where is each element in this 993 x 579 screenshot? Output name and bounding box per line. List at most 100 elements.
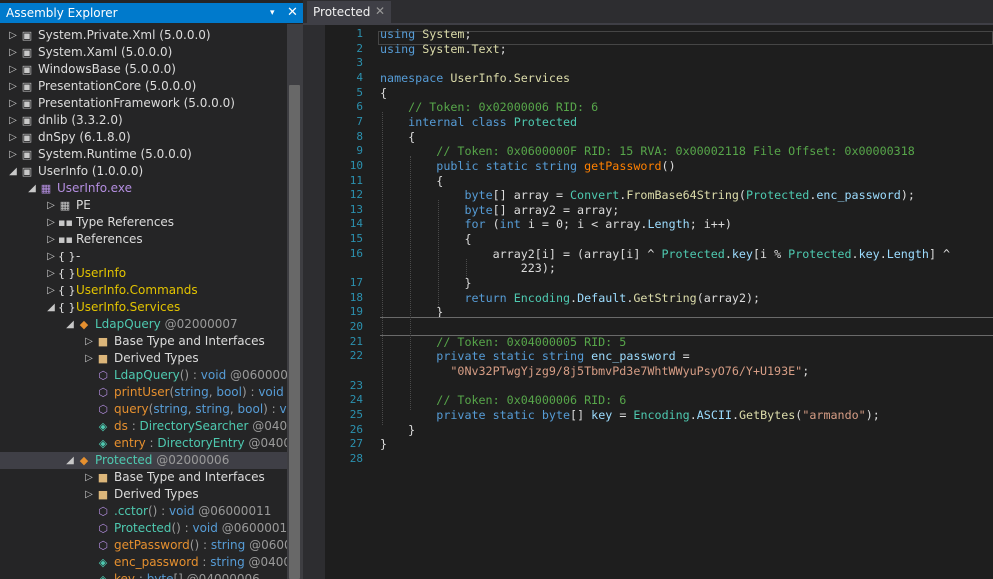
tree-item[interactable]: ⬡ Protected() : void @06000010 bbox=[0, 520, 287, 537]
expand-icon[interactable]: ▷ bbox=[8, 112, 18, 129]
code-editor[interactable]: 1 using System; 2 using System.Text; 3 4 names… bbox=[325, 25, 993, 579]
tree-item[interactable]: ◈ enc_password : string @0400000 bbox=[0, 554, 287, 571]
tree-item[interactable]: ⬡ query(string, string, bool) : void bbox=[0, 401, 287, 418]
tree-item[interactable]: ▷ ▦ PE bbox=[0, 197, 287, 214]
line-number: 1 bbox=[356, 27, 363, 40]
tree-item[interactable]: ▷ ▣ System.Private.Xml (5.0.0.0) bbox=[0, 27, 287, 44]
tree-item[interactable]: ▷ ▣ System.Runtime (5.0.0.0) bbox=[0, 146, 287, 163]
tree-item[interactable]: ▷ ■ Derived Types bbox=[0, 486, 287, 503]
code-line[interactable]: // Token: 0x04000006 RID: 6 bbox=[380, 393, 626, 407]
collapse-icon[interactable]: ◢ bbox=[8, 163, 18, 180]
expand-icon[interactable]: ▷ bbox=[8, 61, 18, 78]
tree-item-label: .cctor() : void @06000011 bbox=[114, 504, 272, 518]
close-icon[interactable]: ✕ bbox=[287, 5, 298, 20]
expand-icon[interactable]: ▷ bbox=[84, 333, 94, 350]
line-number: 27 bbox=[349, 437, 363, 451]
tree-item[interactable]: ◢{ } UserInfo.Services bbox=[0, 299, 287, 316]
expand-icon[interactable]: ▷ bbox=[84, 486, 94, 503]
tree-item[interactable]: ▷ ■ Derived Types bbox=[0, 350, 287, 367]
expand-icon[interactable]: ▷ bbox=[46, 282, 56, 299]
code-line[interactable]: // Token: 0x02000006 RID: 6 bbox=[380, 100, 598, 114]
tree-item[interactable]: ⬡ getPassword() : string @0600000 bbox=[0, 537, 287, 554]
code-line[interactable]: { bbox=[380, 232, 471, 246]
code-line[interactable]: } bbox=[380, 423, 415, 437]
tree-item[interactable]: ▷ ▣ PresentationCore (5.0.0.0) bbox=[0, 78, 287, 95]
expand-icon[interactable]: ▷ bbox=[46, 197, 56, 214]
tree-item[interactable]: ◈ entry : DirectoryEntry @0400000 bbox=[0, 435, 287, 452]
collapse-icon[interactable]: ◢ bbox=[46, 299, 56, 316]
expand-icon[interactable]: ▷ bbox=[8, 27, 18, 44]
assembly-tree[interactable]: ▷ ▣ System.Private.Xml (5.0.0.0) ▷ ▣ System.X… bbox=[0, 24, 287, 579]
code-line[interactable]: namespace UserInfo.Services bbox=[380, 71, 570, 85]
tree-item-label: PE bbox=[76, 198, 91, 212]
tree-item[interactable]: ▷ ▣ dnSpy (6.1.8.0) bbox=[0, 129, 287, 146]
tree-item-label: Protected @02000006 bbox=[95, 453, 230, 467]
tree-item[interactable]: ◢ ◆ Protected @02000006 bbox=[0, 452, 287, 469]
tree-item[interactable]: ◢ ▣ UserInfo (1.0.0.0) bbox=[0, 163, 287, 180]
tree-item[interactable]: ◢ ◆ LdapQuery @02000007 bbox=[0, 316, 287, 333]
code-line[interactable]: return Encoding.Default.GetString(array2… bbox=[380, 291, 760, 305]
tree-item[interactable]: ▷ ▣ System.Xaml (5.0.0.0) bbox=[0, 44, 287, 61]
expand-icon[interactable]: ▷ bbox=[8, 78, 18, 95]
code-line[interactable]: using System; bbox=[380, 27, 472, 41]
tree-item[interactable]: ◈ ds : DirectorySearcher @0400000 bbox=[0, 418, 287, 435]
tab-protected[interactable]: Protected ✕ bbox=[307, 1, 391, 23]
tree-item[interactable]: ▷{ } UserInfo.Commands bbox=[0, 282, 287, 299]
tree-item[interactable]: ▷ ▣ dnlib (3.3.2.0) bbox=[0, 112, 287, 129]
chevron-down-icon[interactable]: ▾ bbox=[270, 6, 275, 20]
code-line[interactable]: { bbox=[380, 130, 415, 144]
expand-icon[interactable]: ▷ bbox=[84, 469, 94, 486]
tree-item-label: PresentationFramework (5.0.0.0) bbox=[38, 96, 235, 110]
code-line[interactable]: 223); bbox=[380, 261, 556, 275]
tree-item[interactable]: ⬡ .cctor() : void @06000011 bbox=[0, 503, 287, 520]
code-line[interactable]: byte[] array2 = array; bbox=[380, 203, 619, 217]
code-line[interactable]: for (int i = 0; i < array.Length; i++) bbox=[380, 217, 731, 231]
code-line[interactable]: // Token: 0x0600000F RID: 15 RVA: 0x0000… bbox=[380, 144, 914, 158]
tree-item[interactable]: ▷ ▪▪ References bbox=[0, 231, 287, 248]
scrollbar-thumb[interactable] bbox=[289, 85, 300, 579]
code-line[interactable]: private static string enc_password = bbox=[380, 349, 689, 363]
tree-item[interactable]: ◈ key : byte[] @04000006 bbox=[0, 571, 287, 579]
code-line[interactable]: // Token: 0x04000005 RID: 5 bbox=[380, 335, 626, 349]
tree-item-label: UserInfo.Services bbox=[76, 300, 181, 314]
tree-item[interactable]: ▷ ■ Base Type and Interfaces bbox=[0, 469, 287, 486]
expand-icon[interactable]: ▷ bbox=[8, 44, 18, 61]
collapse-icon[interactable]: ◢ bbox=[65, 316, 75, 333]
tree-item[interactable]: ▷ ▪▪ Type References bbox=[0, 214, 287, 231]
code-line[interactable]: { bbox=[380, 86, 387, 100]
tree-item[interactable]: ▷{ } UserInfo bbox=[0, 265, 287, 282]
code-line[interactable]: "0Nv32PTwgYjzg9/8j5TbmvPd3e7WhtWWyuPsyO7… bbox=[380, 364, 809, 378]
tree-item[interactable]: ▷ ▣ WindowsBase (5.0.0.0) bbox=[0, 61, 287, 78]
tree-item[interactable]: ▷ ■ Base Type and Interfaces bbox=[0, 333, 287, 350]
collapse-icon[interactable]: ◢ bbox=[27, 180, 37, 197]
tree-item[interactable]: ⬡ printUser(string, bool) : void @0 bbox=[0, 384, 287, 401]
tree-item[interactable]: ⬡ LdapQuery() : void @06000012 bbox=[0, 367, 287, 384]
code-line[interactable]: using System.Text; bbox=[380, 42, 507, 56]
expand-icon[interactable]: ▷ bbox=[46, 231, 56, 248]
expand-icon[interactable]: ▷ bbox=[8, 146, 18, 163]
expand-icon[interactable]: ▷ bbox=[46, 214, 56, 231]
expand-icon[interactable]: ▷ bbox=[8, 95, 18, 112]
code-line[interactable]: } bbox=[380, 276, 471, 290]
tree-item[interactable]: ▷ ▣ PresentationFramework (5.0.0.0) bbox=[0, 95, 287, 112]
code-line[interactable]: public static string getPassword() bbox=[380, 159, 675, 173]
expand-icon[interactable]: ▷ bbox=[46, 248, 56, 265]
method-icon: ⬡ bbox=[98, 505, 108, 518]
line-number: 20 bbox=[349, 320, 363, 333]
tree-item[interactable]: ◢ ▦ UserInfo.exe bbox=[0, 180, 287, 197]
tree-item[interactable]: ▷{ } - bbox=[0, 248, 287, 265]
code-line[interactable]: byte[] array = Convert.FromBase64String(… bbox=[380, 188, 914, 202]
code-line[interactable]: } bbox=[380, 437, 387, 451]
collapse-icon[interactable]: ◢ bbox=[65, 452, 75, 469]
tree-item-label: getPassword() : string @0600000 bbox=[114, 538, 287, 552]
close-icon[interactable]: ✕ bbox=[375, 4, 385, 19]
code-line[interactable]: internal class Protected bbox=[380, 115, 577, 129]
code-line[interactable]: { bbox=[380, 174, 443, 188]
code-line[interactable]: private static byte[] key = Encoding.ASC… bbox=[380, 408, 879, 422]
expand-icon[interactable]: ▷ bbox=[8, 129, 18, 146]
tree-item-label: UserInfo (1.0.0.0) bbox=[38, 164, 144, 178]
tree-item-label: References bbox=[76, 232, 143, 246]
expand-icon[interactable]: ▷ bbox=[84, 350, 94, 367]
expand-icon[interactable]: ▷ bbox=[46, 265, 56, 282]
line-number: 28 bbox=[349, 451, 363, 465]
